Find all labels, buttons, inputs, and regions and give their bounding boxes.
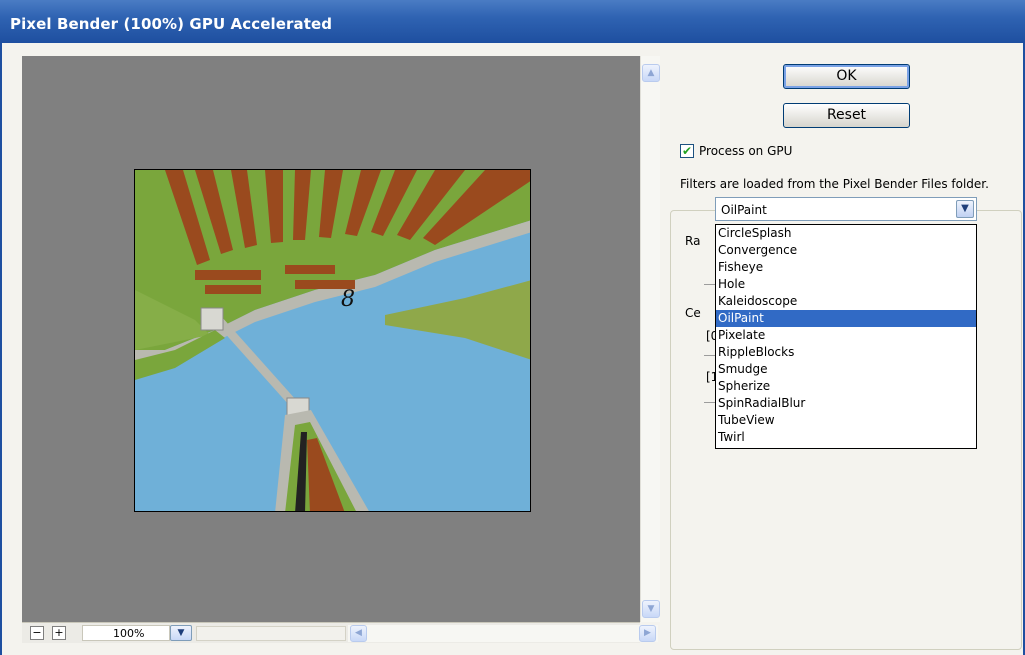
filter-option[interactable]: SpinRadialBlur: [716, 395, 976, 412]
filter-option[interactable]: Fisheye: [716, 259, 976, 276]
filter-option[interactable]: Kaleidoscope: [716, 293, 976, 310]
filter-select-value: OilPaint: [721, 203, 767, 217]
filter-option-selected[interactable]: OilPaint: [716, 310, 976, 327]
param-label-center: Ce: [685, 306, 701, 320]
filter-option[interactable]: Hole: [716, 276, 976, 293]
zoom-out-button[interactable]: −: [30, 626, 44, 640]
scroll-right-icon[interactable]: ▶: [639, 625, 656, 642]
filter-option[interactable]: Pixelate: [716, 327, 976, 344]
chevron-down-icon[interactable]: ▼: [956, 200, 974, 218]
gpu-checkbox-label: Process on GPU: [699, 144, 793, 158]
filter-option[interactable]: TubeView: [716, 412, 976, 429]
preview-image: 8: [134, 169, 531, 512]
preview-label: 8: [341, 287, 355, 312]
filter-select[interactable]: OilPaint ▼: [715, 197, 977, 221]
preview-image-svg: 8: [135, 170, 530, 511]
reset-button[interactable]: Reset: [783, 103, 910, 128]
filter-option[interactable]: RippleBlocks: [716, 344, 976, 361]
zoom-dropdown-chevron-icon[interactable]: ▼: [170, 625, 192, 641]
zoom-bar: − + 100% ▼ ◀ ▶: [22, 622, 658, 643]
filters-info-text: Filters are loaded from the Pixel Bender…: [680, 177, 989, 191]
filter-option[interactable]: Convergence: [716, 242, 976, 259]
zoom-in-button[interactable]: +: [52, 626, 66, 640]
zoom-slider-track[interactable]: [196, 626, 346, 641]
ok-button[interactable]: OK: [783, 64, 910, 89]
preview-horizontal-scrollbar[interactable]: ◀ ▶: [348, 625, 658, 642]
filter-dropdown-list[interactable]: CircleSplash Convergence Fisheye Hole Ka…: [715, 224, 977, 449]
window-title: Pixel Bender (100%) GPU Accelerated: [10, 15, 333, 33]
filter-option[interactable]: Smudge: [716, 361, 976, 378]
filter-option[interactable]: Twirl: [716, 429, 976, 446]
filter-option[interactable]: Spherize: [716, 378, 976, 395]
preview-vertical-scrollbar[interactable]: ▲ ▼: [640, 56, 660, 622]
gpu-checkbox[interactable]: ✔: [680, 144, 694, 158]
param-label-radius: Ra: [685, 234, 701, 248]
scroll-up-icon[interactable]: ▲: [642, 64, 660, 82]
filter-option[interactable]: CircleSplash: [716, 225, 976, 242]
zoom-level-field[interactable]: 100%: [82, 625, 170, 641]
scroll-down-icon[interactable]: ▼: [642, 600, 660, 618]
scroll-left-icon[interactable]: ◀: [350, 625, 367, 642]
title-bar: Pixel Bender (100%) GPU Accelerated: [0, 0, 1025, 43]
